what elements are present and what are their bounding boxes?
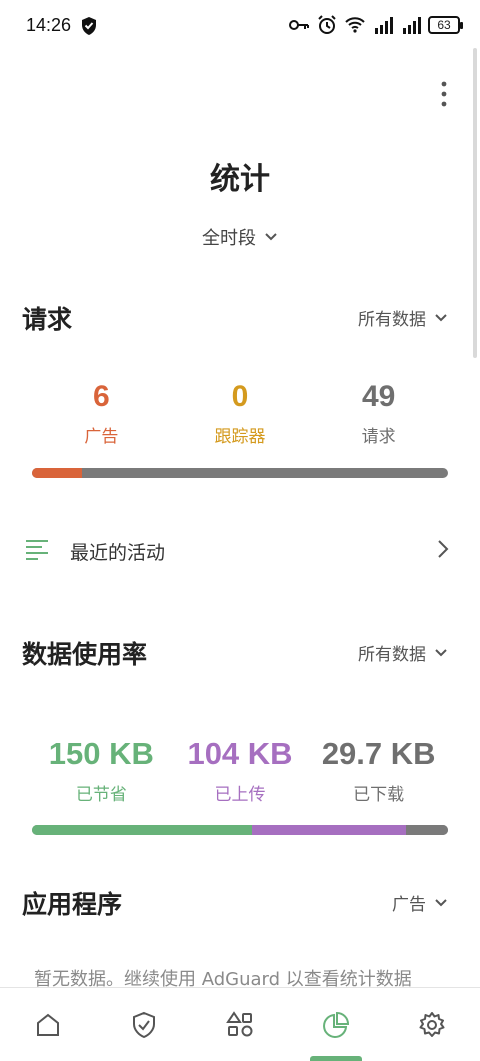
nav-statistics[interactable] (288, 988, 384, 1061)
chevron-down-icon (265, 233, 277, 241)
battery-indicator: 63 (428, 16, 463, 34)
data-usage-progress-bar (32, 825, 448, 835)
apps-filter[interactable]: 广告 (392, 890, 448, 915)
page-title: 统计 (210, 162, 270, 197)
period-selector[interactable]: 全时段 (0, 224, 480, 250)
period-label: 全时段 (202, 228, 256, 249)
uploaded-bar-segment (252, 825, 407, 835)
saved-label: 已节省 (75, 785, 127, 805)
home-icon (37, 1013, 59, 1036)
requests-count: 49 (361, 380, 396, 413)
downloaded-bar-segment (406, 825, 448, 835)
chevron-down-icon (435, 313, 447, 321)
requests-filter[interactable]: 所有数据 (358, 305, 448, 330)
stat-downloaded[interactable]: 29.7 KB 已下载 (309, 736, 448, 805)
apps-filter-label: 广告 (392, 895, 426, 915)
status-bar: 14:26 63 (0, 0, 480, 54)
bottom-navigation (0, 987, 480, 1061)
requests-progress-bar (32, 468, 448, 478)
protection-shield-icon (133, 1011, 155, 1038)
status-icons: 63 (288, 14, 463, 36)
stat-ads[interactable]: 6 广告 (32, 380, 171, 447)
data-usage-title: 数据使用率 (22, 640, 148, 669)
adguard-shield-icon (82, 17, 96, 35)
downloaded-value: 29.7 KB (321, 736, 436, 771)
chevron-down-icon (435, 648, 447, 656)
activity-list-icon (26, 540, 48, 560)
data-usage-filter[interactable]: 所有数据 (358, 640, 448, 665)
nav-apps[interactable] (192, 988, 288, 1061)
ads-count: 6 (92, 380, 110, 413)
trackers-label: 跟踪器 (214, 427, 266, 447)
requests-stats: 6 广告 0 跟踪器 49 请求 (32, 380, 448, 447)
uploaded-value: 104 KB (187, 736, 293, 771)
key-icon (289, 20, 309, 30)
scrollbar[interactable] (473, 48, 477, 358)
alarm-icon (318, 15, 336, 34)
downloaded-label: 已下载 (353, 785, 405, 805)
nav-home[interactable] (0, 988, 96, 1061)
more-vert-icon[interactable] (438, 80, 450, 108)
signal-5g-icon (375, 17, 393, 34)
saved-bar-segment (32, 825, 253, 835)
stat-saved[interactable]: 150 KB 已节省 (32, 736, 171, 805)
status-time: 14:26 (26, 15, 72, 35)
stat-uploaded[interactable]: 104 KB 已上传 (171, 736, 310, 805)
ads-label: 广告 (84, 427, 119, 447)
data-usage-filter-label: 所有数据 (358, 645, 426, 665)
requests-filter-label: 所有数据 (358, 310, 426, 330)
active-tab-indicator (310, 1056, 362, 1061)
trackers-count: 0 (231, 380, 249, 413)
apps-icon (226, 1010, 253, 1036)
chevron-down-icon (435, 898, 447, 906)
data-usage-stats: 150 KB 已节省 104 KB 已上传 29.7 KB 已下载 (32, 736, 448, 805)
ads-bar-segment (32, 468, 82, 478)
stat-trackers[interactable]: 0 跟踪器 (171, 380, 310, 447)
requests-label: 请求 (361, 427, 396, 447)
chevron-right-icon (438, 540, 449, 558)
recent-activity-row[interactable]: 最近的活动 (0, 520, 480, 580)
requests-title: 请求 (22, 305, 73, 334)
wifi-icon (345, 17, 365, 33)
nav-protection[interactable] (96, 988, 192, 1061)
nav-settings[interactable] (384, 988, 480, 1061)
statistics-icon (323, 1011, 350, 1038)
apps-title: 应用程序 (22, 890, 123, 919)
stat-requests[interactable]: 49 请求 (309, 380, 448, 447)
signal-5g-icon (403, 17, 421, 34)
recent-activity-label: 最近的活动 (70, 542, 166, 564)
settings-icon (419, 1011, 445, 1037)
saved-value: 150 KB (48, 736, 154, 771)
uploaded-label: 已上传 (214, 785, 266, 805)
